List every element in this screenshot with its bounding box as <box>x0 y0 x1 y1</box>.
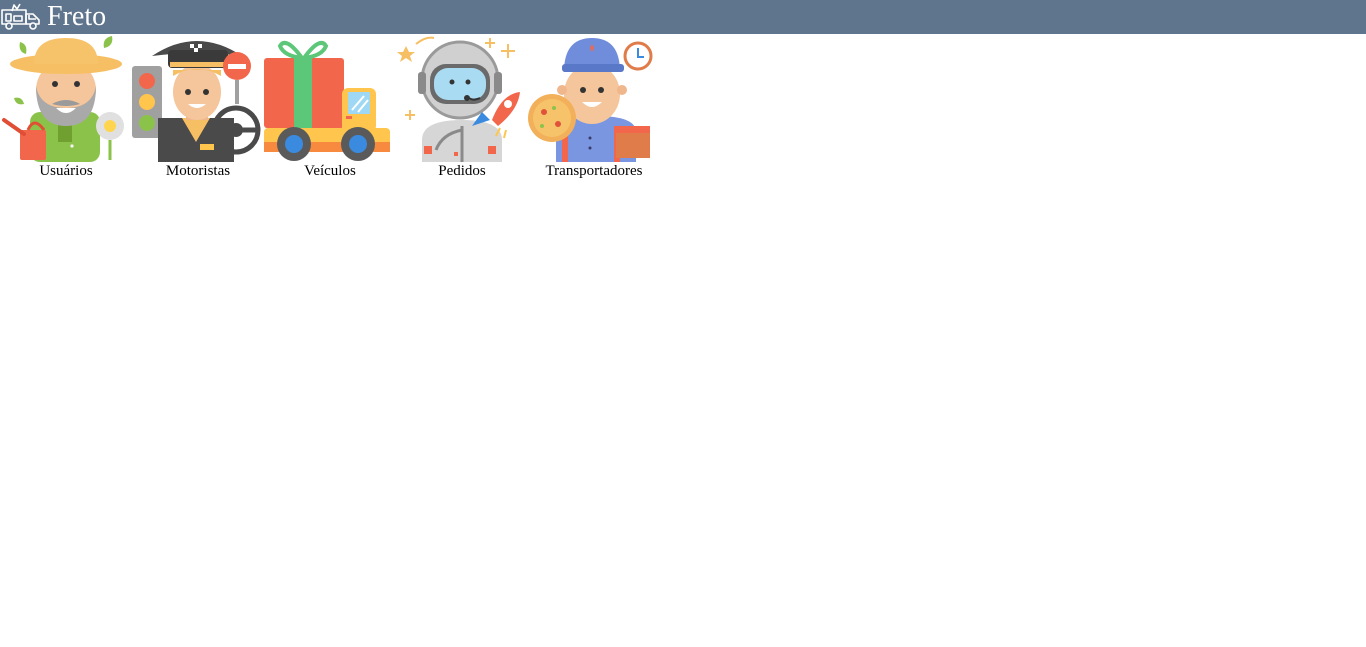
delivery-man-icon <box>528 38 653 162</box>
menu-item-pedidos[interactable]: Pedidos <box>396 34 528 184</box>
menu-item-transportadores[interactable]: Transportadores <box>528 34 660 184</box>
menu-item-usuarios[interactable]: Usuários <box>0 34 132 184</box>
menu-item-motoristas[interactable]: Motoristas <box>132 34 264 184</box>
farmer-icon <box>2 36 124 162</box>
menu-label: Pedidos <box>438 163 486 179</box>
truck-icon <box>1 3 40 30</box>
top-bar: Freto <box>0 0 1366 34</box>
menu-label: Transportadores <box>545 163 643 179</box>
menu-item-veiculos[interactable]: Veículos <box>264 34 396 184</box>
home-link[interactable]: Freto <box>0 0 106 34</box>
app-title: Freto <box>47 1 107 32</box>
astronaut-icon <box>397 36 520 162</box>
menu-label: Motoristas <box>165 163 231 179</box>
delivery-truck-icon <box>264 41 390 161</box>
menu-label: Usuários <box>39 163 93 179</box>
taxi-driver-icon <box>132 41 261 162</box>
menu-label: Veículos <box>304 163 356 179</box>
main-menu: Usuários Motoristas Veículos Pedidos Tra… <box>0 34 660 184</box>
